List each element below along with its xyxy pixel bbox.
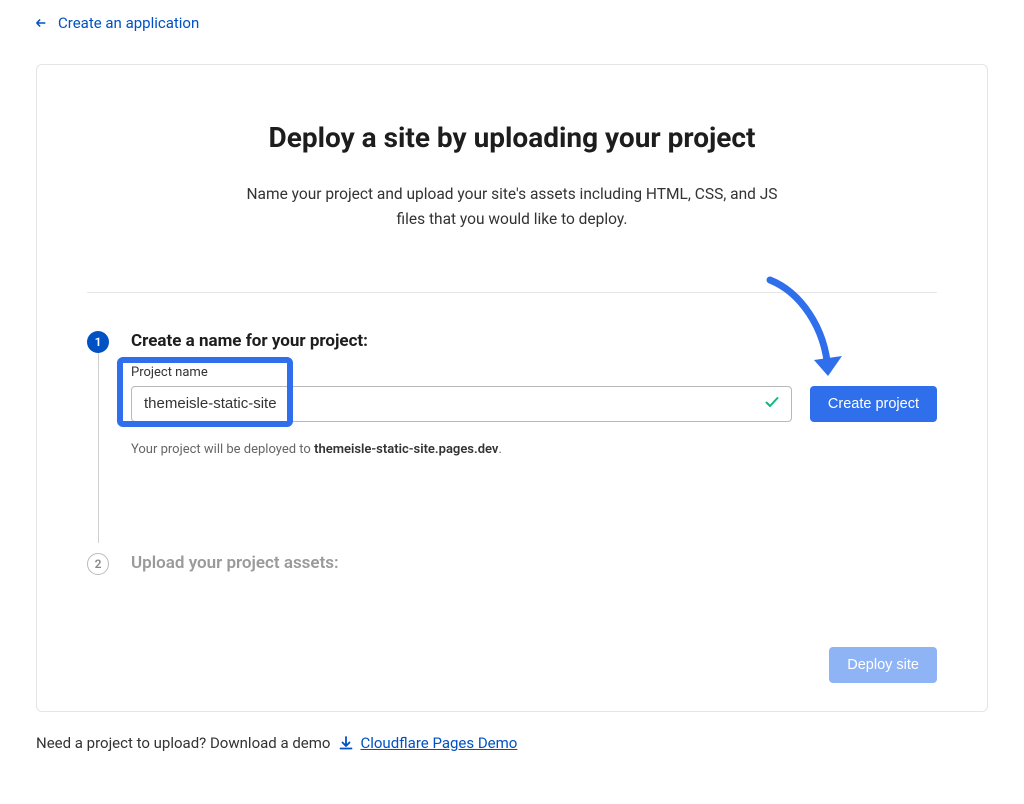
step-connector-line: [98, 353, 99, 543]
demo-download-link[interactable]: Cloudflare Pages Demo: [338, 734, 517, 752]
step-1-title: Create a name for your project:: [131, 331, 937, 351]
step-1-number: 1: [87, 331, 109, 353]
back-link[interactable]: Create an application: [0, 0, 1024, 46]
main-card: Deploy a site by uploading your project …: [36, 64, 988, 712]
card-header: Deploy a site by uploading your project …: [37, 121, 987, 232]
check-icon: [764, 394, 780, 414]
deploy-site-button[interactable]: Deploy site: [829, 647, 937, 683]
page-title: Deploy a site by uploading your project: [117, 121, 907, 154]
step-2-title: Upload your project assets:: [131, 553, 937, 573]
page-subtitle: Name your project and upload your site's…: [232, 182, 792, 232]
project-name-field: Project name Create project: [131, 365, 937, 422]
step-2-content: Upload your project assets:: [131, 553, 937, 573]
arrow-left-icon: [34, 16, 48, 30]
back-link-text: Create an application: [58, 14, 199, 32]
step-2: 2 Upload your project assets:: [87, 553, 937, 575]
project-name-input-container: [131, 386, 792, 422]
deploy-domain-helper: Your project will be deployed to themeis…: [131, 442, 937, 457]
helper-suffix: .: [498, 442, 501, 457]
steps-container: 1 Create a name for your project: Projec…: [37, 293, 987, 575]
download-icon: [338, 735, 354, 751]
footer-prompt: Need a project to upload? Download a dem…: [36, 734, 330, 752]
input-row: Create project: [131, 386, 937, 422]
step-1: 1 Create a name for your project: Projec…: [87, 331, 937, 457]
helper-prefix: Your project will be deployed to: [131, 442, 314, 457]
create-project-button[interactable]: Create project: [810, 386, 937, 422]
step-2-number: 2: [87, 553, 109, 575]
demo-link-text: Cloudflare Pages Demo: [360, 734, 517, 752]
project-name-label: Project name: [131, 365, 937, 380]
card-actions: Deploy site: [37, 575, 987, 683]
footer: Need a project to upload? Download a dem…: [0, 712, 1024, 752]
step-1-content: Create a name for your project: Project …: [131, 331, 937, 457]
helper-domain: themeisle-static-site.pages.dev: [314, 442, 498, 457]
project-name-input[interactable]: [131, 386, 792, 422]
